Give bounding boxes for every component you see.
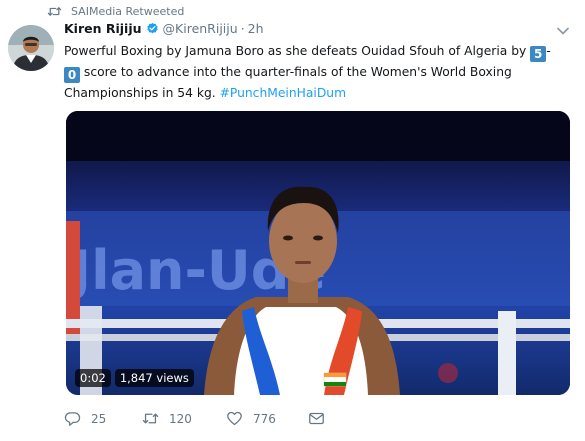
- reply-count: 25: [91, 411, 107, 426]
- retweet-button[interactable]: 120: [142, 410, 226, 427]
- tweet-actions: 25 120 776: [64, 410, 325, 427]
- heart-icon: [227, 411, 242, 426]
- avatar[interactable]: [8, 25, 54, 71]
- video-info: 0:02 1,847 views: [75, 369, 194, 387]
- tweet-text-dash: -: [546, 44, 551, 58]
- keycap-zero-emoji: 0: [64, 67, 80, 83]
- video-views: 1,847 views: [114, 369, 194, 387]
- retweet-count: 120: [169, 411, 192, 426]
- tweet-text: Powerful Boxing by Jamuna Boro as she de…: [64, 41, 576, 104]
- like-button[interactable]: 776: [226, 410, 308, 427]
- tweet-text-part1: Powerful Boxing by Jamuna Boro as she de…: [64, 44, 531, 58]
- author-name[interactable]: Kiren Rijiju: [64, 21, 142, 36]
- tweet-timestamp[interactable]: 2h: [248, 21, 264, 36]
- retweet-context-label: SAIMedia Retweeted: [71, 5, 185, 18]
- verified-badge-icon: [146, 22, 158, 34]
- hashtag-link[interactable]: #PunchMeinHaiDum: [220, 86, 346, 100]
- reply-button[interactable]: 25: [64, 410, 142, 427]
- chevron-down-icon[interactable]: [557, 27, 569, 35]
- keycap-five-emoji: 5: [530, 46, 547, 62]
- retweet-context[interactable]: SAIMedia Retweeted: [47, 5, 184, 18]
- reply-icon: [64, 412, 81, 426]
- like-count: 776: [253, 411, 276, 426]
- retweet-action-icon: [142, 413, 159, 424]
- tweet-header: Kiren Rijiju @KirenRijiju · 2h: [64, 21, 264, 36]
- separator-dot: ·: [240, 21, 245, 36]
- retweet-icon: [47, 7, 62, 16]
- author-handle[interactable]: @KirenRijiju: [163, 21, 238, 36]
- video-player[interactable]: Jlan-Ude 0:02 1,847 views: [66, 111, 570, 395]
- envelope-icon: [309, 412, 324, 425]
- video-frame: Jlan-Ude: [66, 111, 570, 395]
- direct-message-button[interactable]: [308, 410, 325, 427]
- video-time: 0:02: [75, 369, 111, 387]
